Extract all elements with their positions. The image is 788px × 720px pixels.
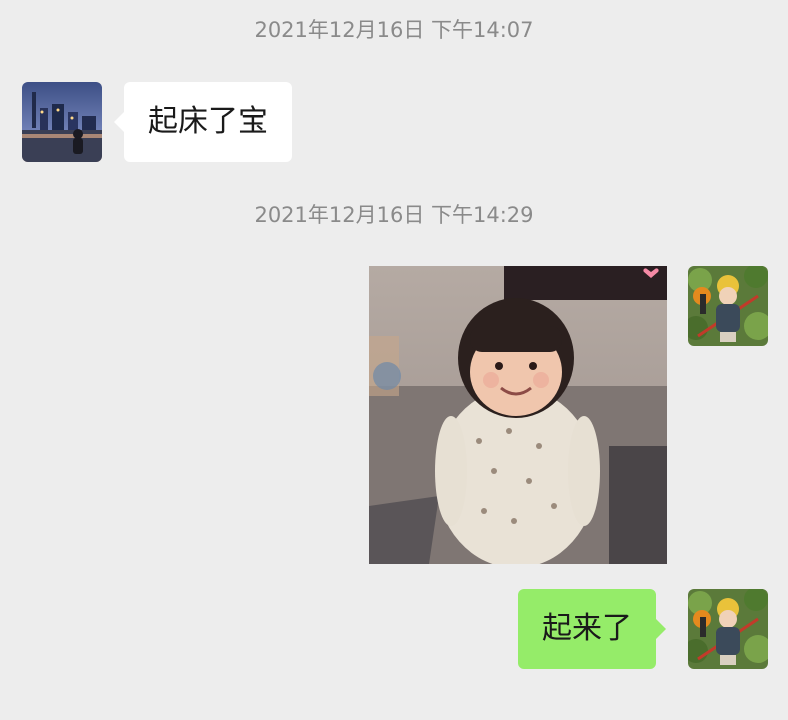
toddler-photo-icon xyxy=(369,266,667,564)
city-night-avatar-icon xyxy=(22,82,102,162)
outgoing-message-bubble[interactable]: 起来了 xyxy=(518,589,666,669)
self-avatar[interactable] xyxy=(688,589,768,669)
child-plants-avatar-icon xyxy=(688,589,768,669)
self-avatar[interactable] xyxy=(688,266,768,346)
child-plants-avatar-icon xyxy=(688,266,768,346)
timestamp: 2021年12月16日 下午14:29 xyxy=(254,203,534,227)
contact-avatar[interactable] xyxy=(22,82,102,162)
timestamp: 2021年12月16日 下午14:07 xyxy=(254,18,534,42)
outgoing-image-message[interactable] xyxy=(369,266,667,564)
incoming-message-bubble[interactable]: 起床了宝 xyxy=(114,82,292,162)
